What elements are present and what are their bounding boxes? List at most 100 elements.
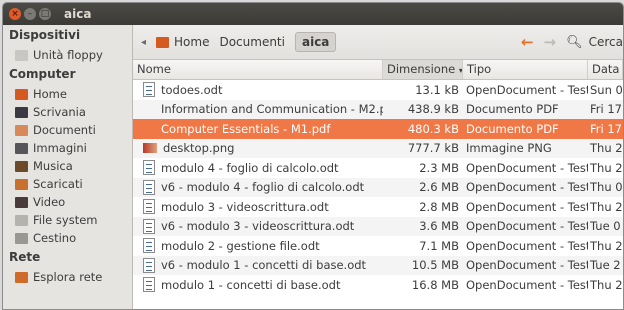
file-type: OpenDocument - Testo — [466, 199, 588, 214]
column-date-header[interactable]: Data — [588, 60, 623, 79]
breadcrumb-scroll-left-icon[interactable]: ◂ — [141, 37, 146, 48]
file-row[interactable]: modulo 4 - foglio di calcolo.odt 2.3 MB Op… — [133, 158, 623, 178]
file-name: modulo 4 - foglio di calcolo.odt — [161, 160, 339, 175]
sidebar-item[interactable]: Documenti — [3, 121, 132, 139]
file-name: v6 - modulo 4 - foglio di calcolo.odt — [161, 180, 365, 195]
pdf-document-icon — [143, 102, 155, 117]
file-row[interactable]: v6 - modulo 1 - concetti di base.odt 10.5… — [133, 255, 623, 275]
column-type-header[interactable]: Tipo — [463, 60, 588, 79]
file-row[interactable]: v6 - modulo 3 - videoscrittura.odt 3.6 MB… — [133, 216, 623, 236]
file-size: 2.8 MB — [419, 199, 459, 214]
file-row[interactable]: desktop.png 777.7 kB Immagine PNG Thu 2 — [133, 138, 623, 158]
sidebar-item-label: Video — [33, 195, 66, 209]
minimize-window-icon[interactable]: – — [24, 8, 36, 20]
file-size: 7.1 MB — [419, 238, 459, 253]
file-name-cell: modulo 1 - concetti di base.odt — [133, 277, 383, 293]
sidebar-item-label: Esplora rete — [33, 270, 103, 284]
sidebar-item[interactable]: Immagini — [3, 139, 132, 157]
file-row[interactable]: modulo 2 - gestione file.odt 7.1 MB OpenDo… — [133, 236, 623, 256]
file-name-cell: Information and Communication - M2.pdf — [133, 102, 383, 117]
odt-document-icon — [143, 82, 155, 98]
file-type: OpenDocument - Testo — [466, 238, 588, 253]
file-name-cell: modulo 2 - gestione file.odt — [133, 238, 383, 254]
file-name-cell: desktop.png — [133, 141, 383, 155]
odt-document-icon — [143, 179, 155, 195]
file-name-cell: modulo 3 - videoscrittura.odt — [133, 199, 383, 215]
pdf-document-icon — [143, 121, 155, 136]
floppy-icon — [15, 49, 28, 61]
file-name: Computer Essentials - M1.pdf — [161, 121, 331, 136]
file-date: Sun 0 — [590, 82, 623, 97]
file-size: 3.6 MB — [419, 219, 459, 234]
back-arrow-icon[interactable]: ← — [521, 33, 534, 51]
odt-document-icon — [143, 277, 155, 293]
column-size-header[interactable]: Dimensione ▾ — [383, 60, 463, 79]
pictures-folder-icon — [15, 142, 28, 154]
file-date: Thu 2 — [590, 199, 623, 214]
sidebar-item[interactable]: Cestino — [3, 229, 132, 247]
video-folder-icon — [15, 196, 28, 208]
file-row[interactable]: modulo 1 - concetti di base.odt 16.8 MB Op… — [133, 275, 623, 295]
file-type: OpenDocument - Testo — [466, 180, 588, 195]
file-row[interactable]: Information and Communication - M2.pdf 43… — [133, 99, 623, 119]
sidebar-item[interactable]: File system — [3, 211, 132, 229]
png-image-icon — [143, 143, 157, 154]
breadcrumb-documenti[interactable]: Documenti — [219, 35, 285, 49]
sidebar-item[interactable]: Video — [3, 193, 132, 211]
window-title: aica — [64, 7, 92, 21]
desktop-icon — [15, 106, 28, 118]
file-name-cell: v6 - modulo 1 - concetti di base.odt — [133, 257, 383, 273]
file-name: modulo 1 - concetti di base.odt — [161, 277, 341, 292]
file-name: todoes.odt — [161, 82, 223, 97]
file-name: v6 - modulo 3 - videoscrittura.odt — [161, 219, 355, 234]
file-name-cell: Computer Essentials - M1.pdf — [133, 121, 383, 136]
file-size: 480.3 kB — [407, 121, 459, 136]
file-date: Tue 2 — [590, 258, 621, 273]
column-name-header[interactable]: Nome — [133, 60, 383, 79]
file-row[interactable]: v6 - modulo 4 - foglio di calcolo.odt 2.6… — [133, 177, 623, 197]
odt-document-icon — [143, 199, 155, 215]
file-row[interactable]: todoes.odt 13.1 kB OpenDocument - Testo Sun… — [133, 80, 623, 100]
sidebar-item[interactable]: Scrivania — [3, 103, 132, 121]
sidebar-item-label: Documenti — [33, 123, 96, 137]
file-size: 10.5 MB — [411, 258, 459, 273]
close-window-icon[interactable]: × — [9, 8, 21, 20]
file-list: Nome Dimensione ▾ Tipo Data todoes.odt 13… — [133, 60, 623, 309]
file-type: OpenDocument - Testo — [466, 258, 588, 273]
sidebar-item[interactable]: Musica — [3, 157, 132, 175]
odt-document-icon — [143, 257, 155, 273]
file-name-cell: todoes.odt — [133, 82, 383, 98]
search-icon[interactable]: 🔍︎ — [566, 35, 583, 50]
downloads-folder-icon — [15, 178, 28, 190]
file-name: modulo 3 - videoscrittura.odt — [161, 199, 329, 214]
documents-folder-icon — [15, 124, 28, 136]
odt-document-icon — [143, 238, 155, 254]
sidebar-item[interactable]: Esplora rete — [3, 268, 132, 286]
file-size: 777.7 kB — [407, 141, 459, 156]
file-name: modulo 2 - gestione file.odt — [161, 238, 320, 253]
file-name: desktop.png — [163, 141, 235, 156]
file-type: Immagine PNG — [466, 141, 552, 156]
sidebar-item-label: Musica — [33, 159, 73, 173]
file-date: Tue 0 — [590, 219, 621, 234]
sidebar-item-label: Scaricati — [33, 177, 83, 191]
filesystem-icon — [15, 214, 28, 226]
maximize-window-icon[interactable]: □ — [39, 8, 51, 20]
sidebar-item-label: Scrivania — [33, 105, 86, 119]
forward-arrow-icon[interactable]: → — [544, 33, 557, 51]
file-type: Documento PDF — [466, 102, 559, 117]
sidebar-item[interactable]: Scaricati — [3, 175, 132, 193]
breadcrumb-aica[interactable]: aica — [294, 32, 337, 52]
file-name: Information and Communication - M2.pdf — [161, 102, 383, 117]
toolbar: ◂ Home Documenti aica ← → 🔍︎ Cerca — [133, 25, 623, 60]
file-row-selected[interactable]: Computer Essentials - M1.pdf 480.3 kB Docu… — [133, 119, 623, 139]
search-button-label[interactable]: Cerca — [589, 35, 623, 49]
home-folder-icon — [156, 36, 170, 48]
sidebar-item[interactable]: Unità floppy — [3, 46, 132, 64]
breadcrumb-home[interactable]: Home — [156, 35, 209, 49]
sidebar-item[interactable]: Home — [3, 85, 132, 103]
sidebar-item-label: File system — [33, 213, 98, 227]
file-date: Thu 2 — [590, 160, 623, 175]
file-row[interactable]: modulo 3 - videoscrittura.odt 2.8 MB OpenD… — [133, 197, 623, 217]
trash-icon — [15, 232, 28, 244]
